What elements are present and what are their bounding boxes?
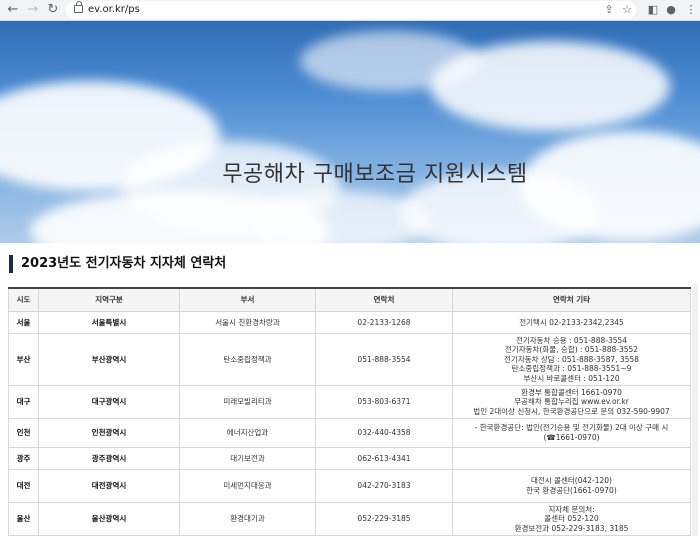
etc-line: 전기택시 02-2133-2342,2345: [519, 317, 624, 327]
etc-line: 부산시 바로콜센터 : 051-120: [523, 373, 620, 383]
table-cell-region: 울산광역시: [38, 502, 180, 536]
table-row: 울산 울산광역시 환경대기과 052-229-3185 지자체 문의처: 콜센터 052-…: [8, 502, 691, 536]
table-cell-phone: 042-270-3183: [315, 469, 453, 503]
browser-toolbar: ← → ↻ ev.or.kr/ps ⇪ ☆ ◧ ● ⋮: [0, 0, 700, 21]
etc-line: 환경부 통합콜센터 1661-0970: [521, 387, 622, 397]
table-row: 대전 대전광역시 미세먼지대응과 042-270-3183 대전시 콜센터(042-12…: [8, 469, 691, 503]
hero-banner: 무공해차 구매보조금 지원시스템: [0, 21, 700, 243]
table-header-row: 시도 지역구분 부서 연락처 연락처 기타: [8, 287, 691, 312]
etc-line: 탄소중립정책과 : 051-888-3551~9: [511, 364, 632, 374]
table-cell-etc: 전기택시 02-2133-2342,2345: [452, 311, 691, 334]
profile-icon[interactable]: ●: [664, 2, 678, 18]
table-row: 서울 서울특별시 서울시 친환경차량과 02-2133-1268 전기택시 02-213…: [8, 311, 691, 334]
table-cell-etc: 지자체 문의처: 콜센터 052-120 환경보전과 052-229-3183, 3…: [452, 502, 691, 536]
table-cell-phone: 02-2133-1268: [315, 311, 453, 334]
lock-icon[interactable]: [74, 1, 83, 13]
table-cell-phone: 052-229-3185: [315, 502, 453, 536]
scrollbar[interactable]: [692, 284, 698, 536]
table-cell-etc: 환경부 통합콜센터 1661-0970 무공해차 통합누리집 www.ev.or.…: [452, 385, 691, 419]
etc-line: 전기자동차 상담 : 051-888-3587, 3558: [504, 354, 639, 364]
etc-line: 환경보전과 052-229-3183, 3185: [514, 523, 629, 533]
etc-line: 전기자동차 승용 : 051-888-3554: [515, 335, 628, 345]
header-phone: 연락처: [315, 287, 453, 312]
header-etc: 연락처 기타: [452, 287, 691, 312]
table-cell-etc: 대전시 콜센터(042-120) 한국 환경공단(1661-0970): [452, 469, 691, 503]
table-cell-dept: 에너지산업과: [179, 418, 316, 448]
table-cell-sido: 인천: [8, 418, 39, 448]
table-cell-sido: 대구: [8, 385, 39, 419]
etc-line: 대전시 콜센터(042-120): [531, 476, 612, 486]
address-bar[interactable]: ev.or.kr/ps: [66, 1, 636, 19]
share-icon[interactable]: ⇪: [602, 2, 616, 18]
table-cell-etc: - 한국환경공단: 법인(전기승용 및 전기화물) 2대 이상 구매 시 (☎16…: [452, 418, 691, 448]
header-dept: 부서: [179, 287, 316, 312]
table-row: 광주 광주광역시 대기보전과 062-613-4341: [8, 447, 691, 470]
table-cell-sido: 광주: [8, 447, 39, 470]
back-icon[interactable]: ←: [5, 2, 21, 18]
contact-table: 시도 지역구분 부서 연락처 연락처 기타 서울 서울특별시 서울시 친환경차량과 0…: [8, 287, 691, 536]
table-cell-dept: 서울시 친환경차량과: [179, 311, 316, 334]
table-cell-region: 대전광역시: [38, 469, 180, 503]
table-cell-dept: 대기보전과: [179, 447, 316, 470]
side-panel-icon[interactable]: ◧: [646, 2, 660, 18]
table-cell-sido: 서울: [8, 311, 39, 334]
table-row: 인천 인천광역시 에너지산업과 032-440-4358- 한국환경공단: 법인(전기…: [8, 418, 691, 448]
hero-title: 무공해차 구매보조금 지원시스템: [222, 162, 528, 187]
menu-icon[interactable]: ⋮: [684, 2, 698, 18]
table-cell-region: 대구광역시: [38, 385, 180, 419]
table-cell-dept: 탄소중립정책과: [179, 333, 316, 386]
table-cell-etc: [452, 447, 691, 470]
table-cell-region: 광주광역시: [38, 447, 180, 470]
etc-line: 지자체 문의처:: [548, 504, 595, 514]
table-cell-dept: 미세먼지대응과: [179, 469, 316, 503]
table-cell-sido: 대전: [8, 469, 39, 503]
etc-line: (☎1661-0970): [543, 433, 600, 442]
bookmark-star-icon[interactable]: ☆: [620, 2, 634, 18]
table-cell-phone: 053-803-6371: [315, 385, 453, 419]
reload-icon[interactable]: ↻: [45, 2, 61, 18]
table-cell-sido: 부산: [8, 333, 39, 386]
table-cell-dept: 미래모빌리티과: [179, 385, 316, 419]
table-row: 부산 부산광역시 탄소중립정책과 051-888-3554 전기자동차 승용 : 051…: [8, 333, 691, 386]
table-cell-phone: 051-888-3554: [315, 333, 453, 386]
forward-icon[interactable]: →: [25, 2, 41, 18]
table-cell-phone: 032-440-4358: [315, 418, 453, 448]
etc-line: 콜센터 052-120: [544, 514, 599, 524]
section-title: 2023년도 전기자동차 지자체 연락처: [9, 255, 226, 273]
table-cell-dept: 환경대기과: [179, 502, 316, 536]
etc-line: 법인 2대이상 신청시, 한국환경공단으로 문의 032-590-9907: [473, 406, 670, 416]
header-sido: 시도: [8, 287, 39, 312]
table-cell-phone: 062-613-4341: [315, 447, 453, 470]
table-row: 대구 대구광역시 미래모빌리티과 053-803-6371 환경부 통합콜센터 1661…: [8, 385, 691, 419]
etc-line: 무공해차 통합누리집 www.ev.or.kr: [514, 397, 629, 407]
header-region: 지역구분: [38, 287, 180, 312]
table-cell-region: 인천광역시: [38, 418, 180, 448]
table-cell-etc: 전기자동차 승용 : 051-888-3554 전기자동차(화물, 승합) : 0…: [452, 333, 691, 386]
table-cell-region: 부산광역시: [38, 333, 180, 386]
url-text: ev.or.kr/ps: [88, 4, 140, 15]
etc-line: 한국 환경공단(1661-0970): [526, 486, 617, 495]
etc-line: - 한국환경공단: 법인(전기승용 및 전기화물) 2대 이상 구매 시: [474, 423, 669, 433]
table-cell-region: 서울특별시: [38, 311, 180, 334]
etc-line: 전기자동차(화물, 승합) : 051-888-3552: [504, 345, 639, 355]
table-cell-sido: 울산: [8, 502, 39, 536]
